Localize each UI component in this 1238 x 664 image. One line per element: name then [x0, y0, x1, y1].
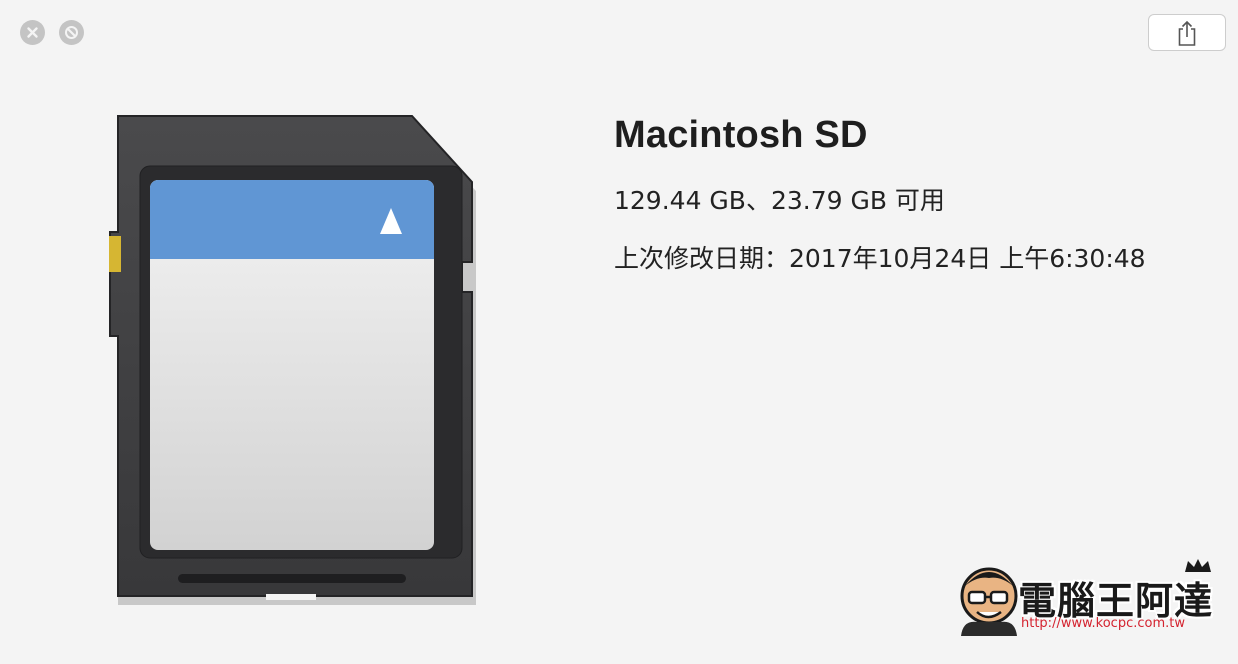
- mascot-icon: [960, 567, 1018, 636]
- info-panel: Macintosh SD 129.44 GB、23.79 GB 可用 上次修改日…: [614, 112, 1146, 275]
- close-icon: [27, 27, 38, 38]
- close-button[interactable]: [20, 20, 45, 45]
- share-icon: [1178, 20, 1196, 46]
- sd-card-image: [109, 115, 476, 605]
- watermark-url: http://www.kocpc.com.tw: [1021, 616, 1185, 631]
- watermark-logo: 電腦王阿達 http://www.kocpc.com.tw: [955, 558, 1225, 638]
- modified-date-text: 上次修改日期：2017年10月24日 上午6:30:48: [614, 244, 1146, 273]
- fullscreen-button[interactable]: [59, 20, 84, 45]
- capacity-text: 129.44 GB、23.79 GB 可用: [614, 186, 945, 215]
- volume-name: Macintosh SD: [614, 114, 868, 156]
- share-button[interactable]: [1148, 14, 1226, 51]
- no-entry-icon: [65, 26, 78, 39]
